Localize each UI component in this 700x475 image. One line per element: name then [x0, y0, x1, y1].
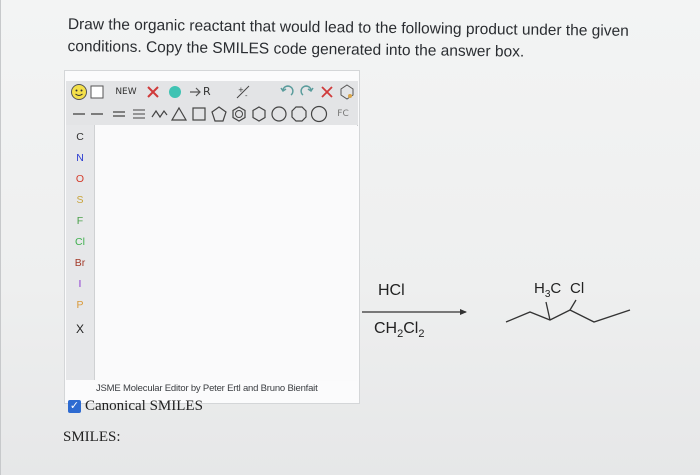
r-group-label: R: [203, 85, 211, 98]
cl2-subscript: 2: [418, 328, 425, 341]
heptagon-ring-icon[interactable]: [270, 105, 288, 123]
r-group-button[interactable]: R: [188, 83, 216, 101]
element-i[interactable]: I: [66, 274, 94, 294]
reaction-scheme: HCl CH2Cl2 H3C Cl: [360, 270, 690, 350]
delete-x-icon[interactable]: [144, 83, 162, 101]
teal-dot-icon[interactable]: [166, 83, 184, 101]
element-n[interactable]: N: [66, 148, 94, 168]
redo-icon[interactable]: [298, 83, 316, 101]
new-button[interactable]: NEW: [110, 83, 142, 101]
svg-text:-: -: [245, 92, 248, 100]
element-c[interactable]: C: [66, 127, 94, 147]
template-icon[interactable]: [338, 83, 356, 101]
canonical-smiles-checkbox[interactable]: ✓: [68, 400, 81, 413]
checkmark-icon: ✓: [69, 400, 80, 412]
h-text: H: [534, 280, 545, 297]
element-o[interactable]: O: [66, 169, 94, 189]
hexagon-ring-icon[interactable]: [250, 105, 268, 123]
double-bond-icon[interactable]: [110, 105, 128, 123]
left-edge: [0, 0, 1, 475]
smiles-label: SMILES:: [63, 429, 121, 445]
element-s[interactable]: S: [66, 190, 94, 210]
clear-x-icon[interactable]: [318, 83, 336, 101]
triangle-ring-icon[interactable]: [170, 105, 188, 123]
fc-button[interactable]: FC: [332, 105, 354, 123]
jsme-toolbar: NEW R + - FC: [66, 81, 358, 126]
element-p[interactable]: P: [66, 295, 94, 315]
chain-icon[interactable]: [150, 105, 168, 123]
undo-icon[interactable]: [278, 83, 296, 101]
reaction-arrow: [362, 309, 467, 315]
svg-text:+: +: [238, 86, 244, 94]
element-palette: C N O S F Cl Br I P X: [66, 125, 95, 380]
cl-text: Cl: [403, 320, 419, 337]
toolbar-row-1: NEW R + -: [66, 81, 358, 103]
jsme-credit: JSME Molecular Editor by Peter Ertl and …: [96, 383, 318, 394]
single-bond-icon[interactable]: [70, 105, 88, 123]
toolbar-row-2: FC: [66, 103, 358, 125]
element-cl[interactable]: Cl: [66, 232, 94, 252]
smiley-icon[interactable]: [70, 83, 88, 101]
square-ring-icon[interactable]: [190, 105, 208, 123]
canonical-smiles-label: Canonical SMILES: [85, 398, 203, 414]
triple-bond-icon[interactable]: [130, 105, 148, 123]
element-x[interactable]: X: [66, 319, 94, 339]
nonagon-ring-icon[interactable]: [310, 105, 328, 123]
c-text: C: [550, 280, 562, 297]
charge-icon[interactable]: + -: [234, 83, 252, 101]
question-text: Draw the organic reactant that would lea…: [67, 14, 667, 65]
product-h3c-label: H3C: [534, 280, 561, 300]
benzene-ring-icon[interactable]: [230, 105, 248, 123]
element-f[interactable]: F: [66, 211, 94, 231]
pentagon-ring-icon[interactable]: [210, 105, 228, 123]
reagent-ch2cl2: CH2Cl2: [374, 320, 424, 340]
ch-text: CH: [374, 320, 398, 337]
product-cl-label: Cl: [570, 280, 585, 297]
element-br[interactable]: Br: [66, 253, 94, 273]
drawing-canvas[interactable]: [95, 125, 357, 381]
octagon-ring-icon[interactable]: [290, 105, 308, 123]
bond-icon[interactable]: [88, 105, 106, 123]
product-skeleton: [505, 299, 631, 323]
blank-square-icon[interactable]: [90, 83, 104, 101]
reagent-hcl: HCl: [378, 282, 405, 299]
